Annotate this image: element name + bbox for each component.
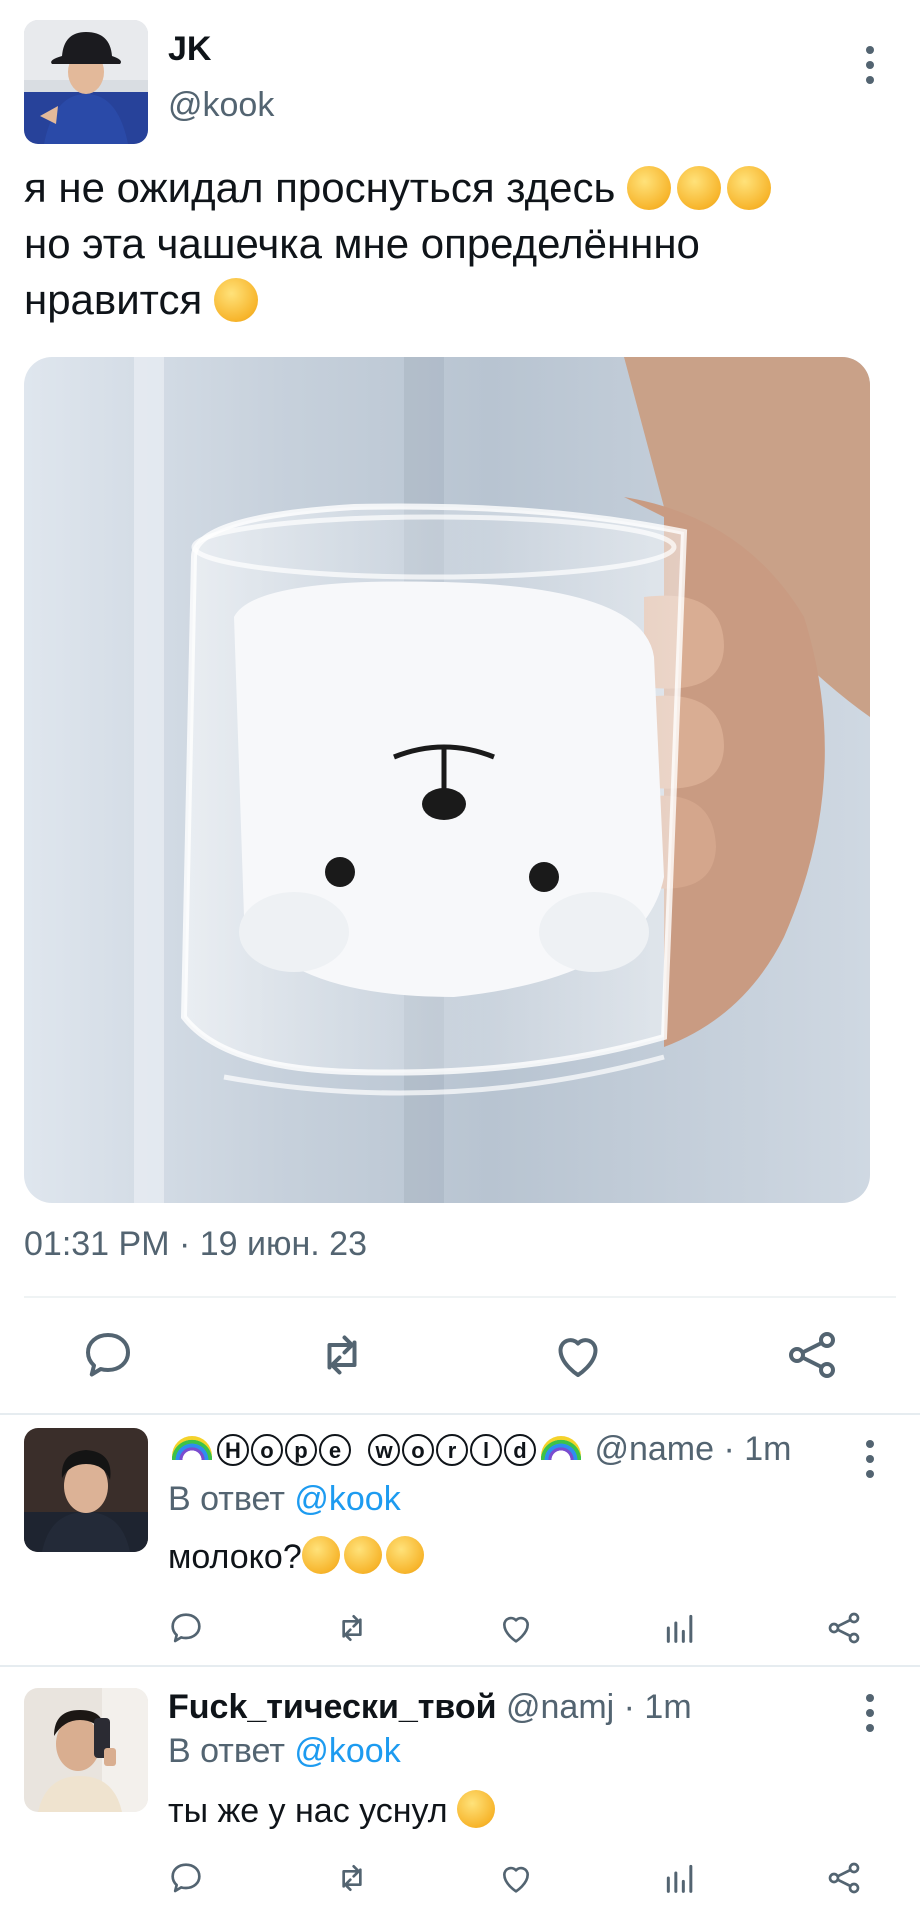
reply-icon[interactable]	[78, 1325, 138, 1385]
like-icon[interactable]	[496, 1608, 536, 1648]
tweet-text-line3: нравится	[24, 276, 203, 323]
reply-handle[interactable]: @namj	[506, 1688, 614, 1726]
like-icon[interactable]	[548, 1325, 608, 1385]
rainbow-emoji	[172, 1436, 212, 1460]
reply-separator	[0, 1665, 920, 1667]
retweet-icon[interactable]	[332, 1858, 372, 1898]
replying-to: В ответ @kook	[168, 1732, 401, 1771]
surprised-face-emoji	[457, 1790, 496, 1828]
reply-display-name[interactable]: Hopeworld	[216, 1430, 537, 1468]
rofl-emoji	[343, 1536, 382, 1574]
reply-time: · 1m	[623, 1688, 692, 1726]
share-icon[interactable]	[824, 1858, 864, 1898]
reply-handle[interactable]: @name	[594, 1430, 714, 1468]
reply-avatar[interactable]	[24, 1688, 148, 1812]
reply-display-name[interactable]: Fuck_тически_твой	[168, 1688, 497, 1726]
tweet-timestamp[interactable]: 01:31 PM · 19 июн. 23	[24, 1225, 367, 1264]
tweet-text-line1: я не ожидал проснуться здесь	[24, 164, 616, 211]
name-letter: p	[285, 1434, 317, 1466]
reply-text: молоко?	[168, 1538, 302, 1576]
retweet-icon[interactable]	[312, 1325, 372, 1385]
analytics-icon[interactable]	[660, 1858, 700, 1898]
author-handle[interactable]: @kook	[168, 86, 274, 125]
retweet-icon[interactable]	[332, 1608, 372, 1648]
more-icon[interactable]	[862, 1440, 878, 1478]
name-letter: o	[402, 1434, 434, 1466]
replying-to-mention[interactable]: @kook	[294, 1480, 400, 1518]
reply-header: Hopeworld @name · 1m	[168, 1430, 791, 1469]
reply-time: · 1m	[723, 1430, 792, 1468]
reply-text: ты же у нас уснул	[168, 1792, 448, 1830]
analytics-icon[interactable]	[660, 1608, 700, 1648]
reply-avatar[interactable]	[24, 1428, 148, 1552]
rofl-emoji	[301, 1536, 340, 1574]
tweet-photo[interactable]	[24, 357, 870, 1203]
author-avatar[interactable]	[24, 20, 148, 144]
reply-separator	[0, 1413, 920, 1415]
smiling-face-with-hearts-emoji	[727, 166, 772, 210]
name-letter: e	[319, 1434, 351, 1466]
rofl-emoji	[385, 1536, 424, 1574]
replying-to-prefix: В ответ	[168, 1732, 285, 1770]
share-icon[interactable]	[782, 1325, 842, 1385]
reply-text-container: молоко?	[168, 1536, 428, 1577]
name-letter: w	[368, 1434, 400, 1466]
replying-to: В ответ @kook	[168, 1480, 401, 1519]
share-icon[interactable]	[824, 1608, 864, 1648]
rainbow-emoji	[541, 1436, 581, 1460]
reply-icon[interactable]	[166, 1608, 206, 1648]
more-icon[interactable]	[862, 1694, 878, 1732]
divider	[24, 1296, 896, 1298]
smiling-face-with-hearts-emoji	[627, 166, 672, 210]
name-letter: d	[504, 1434, 536, 1466]
reply-text-container: ты же у нас уснул	[168, 1790, 499, 1831]
name-letter: H	[217, 1434, 249, 1466]
reply-icon[interactable]	[166, 1858, 206, 1898]
replying-to-prefix: В ответ	[168, 1480, 285, 1518]
name-letter: o	[251, 1434, 283, 1466]
smiling-face-with-hearts-emoji	[677, 166, 722, 210]
like-icon[interactable]	[496, 1858, 536, 1898]
name-letter: l	[470, 1434, 502, 1466]
reply-header: Fuck_тически_твой @namj · 1m	[168, 1688, 692, 1727]
halo-face-emoji	[213, 278, 258, 322]
replying-to-mention[interactable]: @kook	[294, 1732, 400, 1770]
tweet-text: я не ожидал проснуться здесь но эта чаше…	[24, 160, 894, 328]
tweet-text-line2: но эта чашечка мне определённно	[24, 220, 700, 267]
more-icon[interactable]	[862, 46, 878, 84]
name-letter: r	[436, 1434, 468, 1466]
author-display-name[interactable]: JK	[168, 30, 211, 69]
